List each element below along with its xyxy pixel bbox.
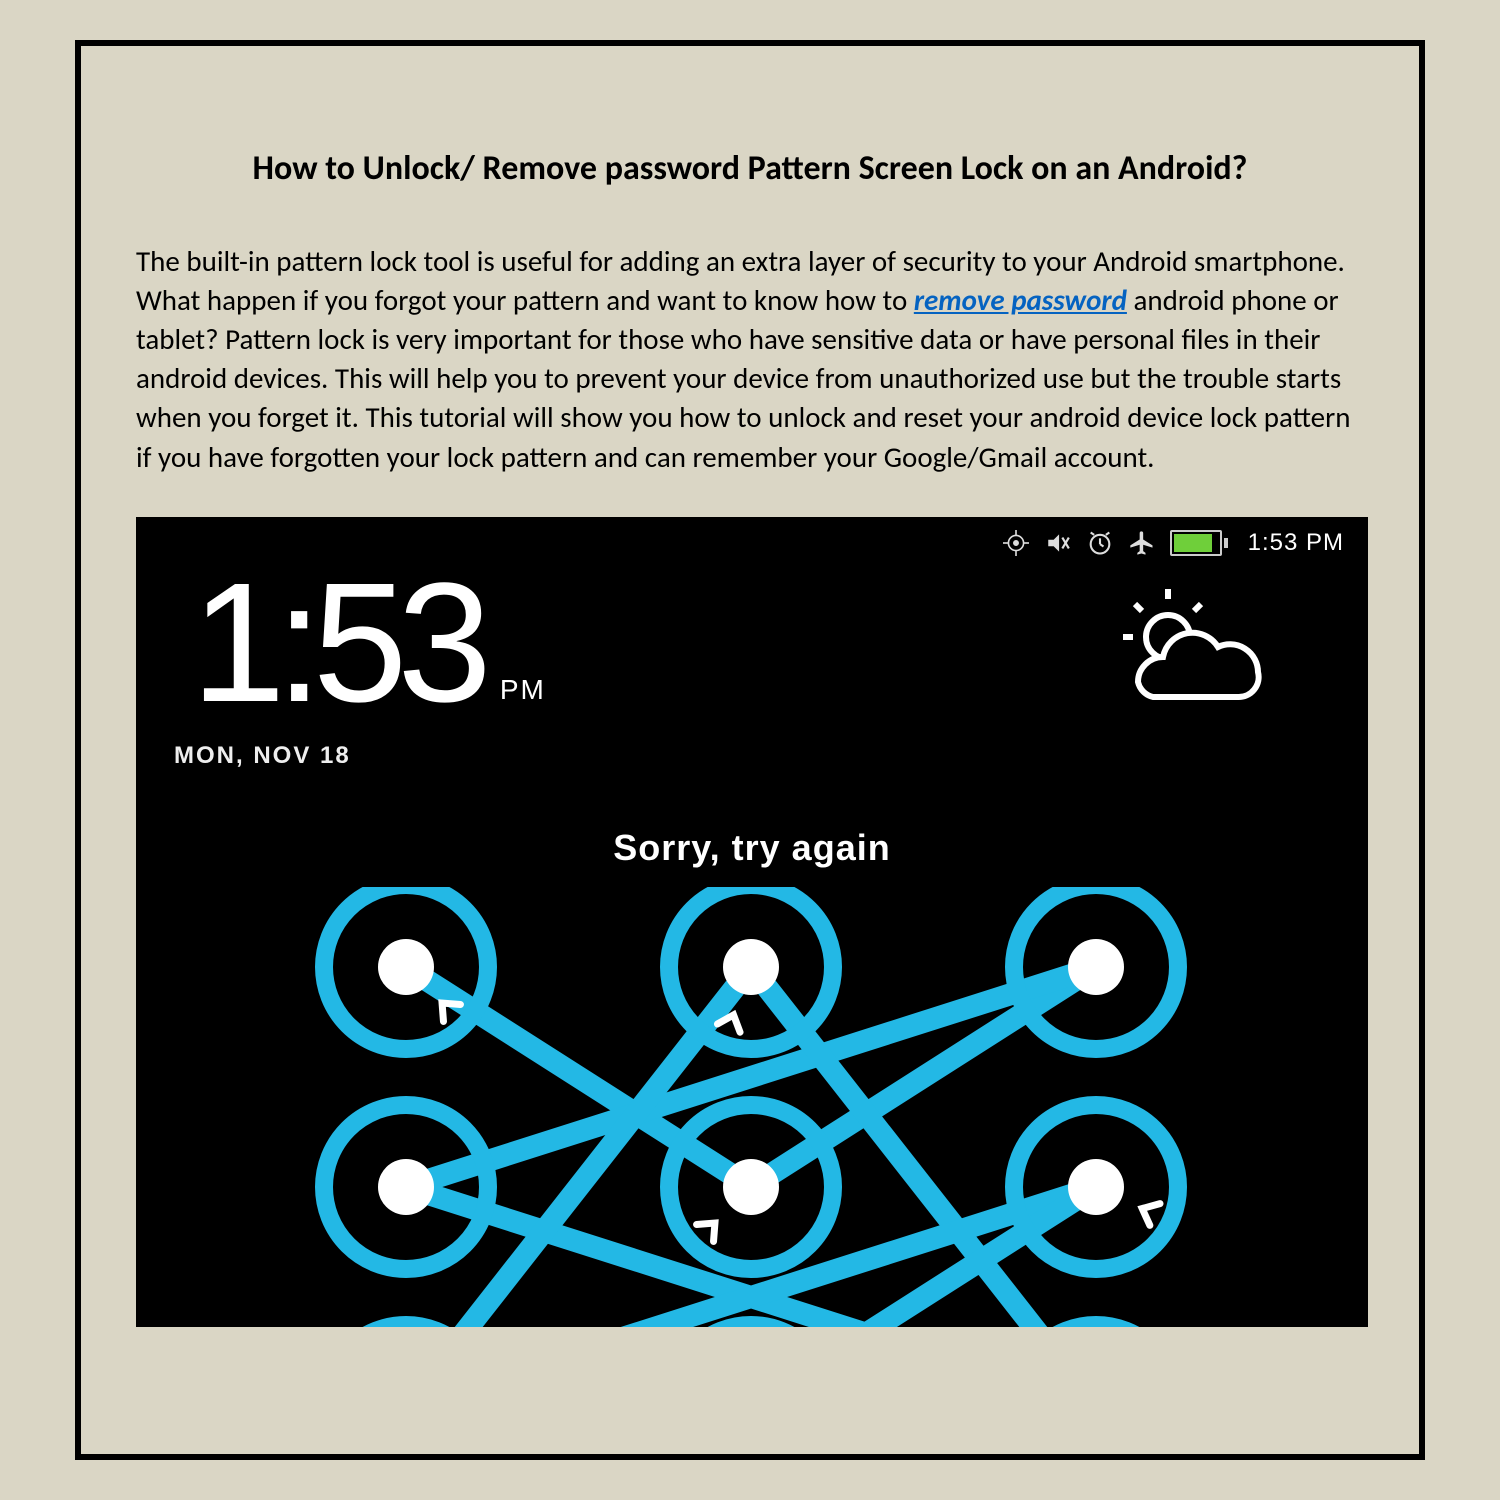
airplane-icon xyxy=(1128,529,1156,557)
clock-minutes: :53 xyxy=(276,567,482,720)
document-page: How to Unlock/ Remove password Pattern S… xyxy=(75,40,1425,1460)
lockscreen-clock: 1 :53 PM xyxy=(191,567,546,720)
status-time: 1:53 PM xyxy=(1248,529,1344,557)
gps-icon xyxy=(1002,529,1030,557)
body-paragraph: The built-in pattern lock tool is useful… xyxy=(136,242,1364,477)
remove-password-link[interactable]: remove password xyxy=(914,282,1127,318)
weather-icon xyxy=(1088,587,1278,727)
status-bar: 1:53 PM xyxy=(1002,523,1344,563)
mute-icon xyxy=(1044,529,1072,557)
lockscreen-date: MON, NOV 18 xyxy=(174,742,351,770)
android-lockscreen: 1:53 PM 1 :53 PM MON, NOV 18 Sorry, try … xyxy=(136,517,1368,1327)
battery-icon xyxy=(1170,530,1228,556)
pattern-lock-grid[interactable] xyxy=(276,887,1226,1327)
clock-hour: 1 xyxy=(191,567,276,720)
clock-ampm: PM xyxy=(500,674,546,706)
alarm-icon xyxy=(1086,529,1114,557)
page-title: How to Unlock/ Remove password Pattern S… xyxy=(196,146,1304,192)
pattern-error-message: Sorry, try again xyxy=(136,827,1368,869)
